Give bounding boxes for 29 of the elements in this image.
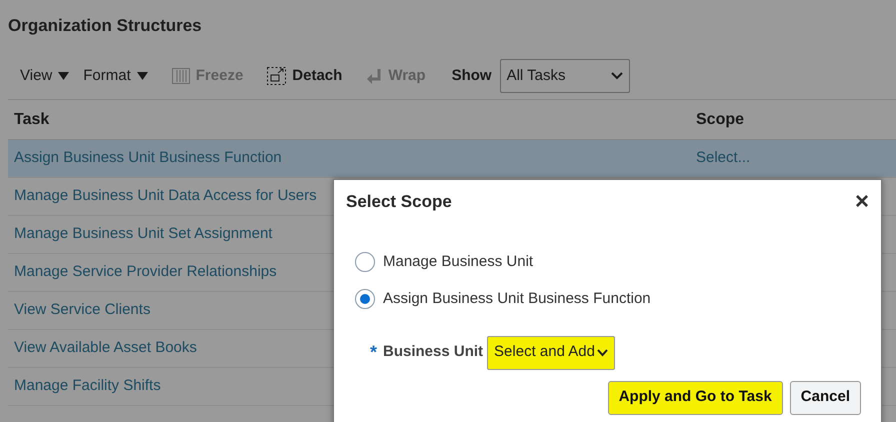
dialog-button[interactable]: Cancel: [790, 380, 861, 414]
page-title: Organization Structures: [8, 15, 203, 37]
radio-button[interactable]: [355, 252, 375, 272]
menu-button[interactable]: View: [20, 64, 70, 88]
chevron-down-icon: [596, 348, 608, 356]
chevron-down-icon: [610, 72, 623, 80]
show-label: Show: [452, 66, 492, 86]
menu-button[interactable]: Format: [83, 64, 148, 88]
field-label: Business Unit: [383, 342, 484, 362]
required-mark: *: [370, 341, 378, 364]
toolbar-button[interactable]: Detach: [267, 64, 342, 88]
column-header: Scope: [696, 110, 744, 130]
business-unit-select[interactable]: Select and Add: [487, 336, 615, 370]
dialog-button[interactable]: Apply and Go to Task: [608, 380, 783, 414]
task-link[interactable]: Assign Business Unit Business Function: [8, 147, 696, 170]
column-header: Task: [13, 110, 50, 130]
return-arrow-icon: [366, 68, 382, 84]
show-select[interactable]: All Tasks: [500, 59, 630, 93]
caret-icon: [136, 72, 148, 80]
caret-icon: [58, 72, 70, 80]
radio-button[interactable]: [355, 289, 375, 310]
detach-icon: [267, 67, 286, 85]
scope-link[interactable]: Select...: [696, 147, 750, 170]
radio-label: Assign Business Unit Business Function: [383, 289, 651, 309]
columns-icon: [172, 68, 190, 84]
dialog-title: Select Scope: [346, 191, 452, 213]
radio-label: Manage Business Unit: [383, 252, 534, 272]
close-button[interactable]: ×: [854, 190, 869, 214]
table-row[interactable]: Assign Business Unit Business Function Select...: [8, 140, 896, 178]
